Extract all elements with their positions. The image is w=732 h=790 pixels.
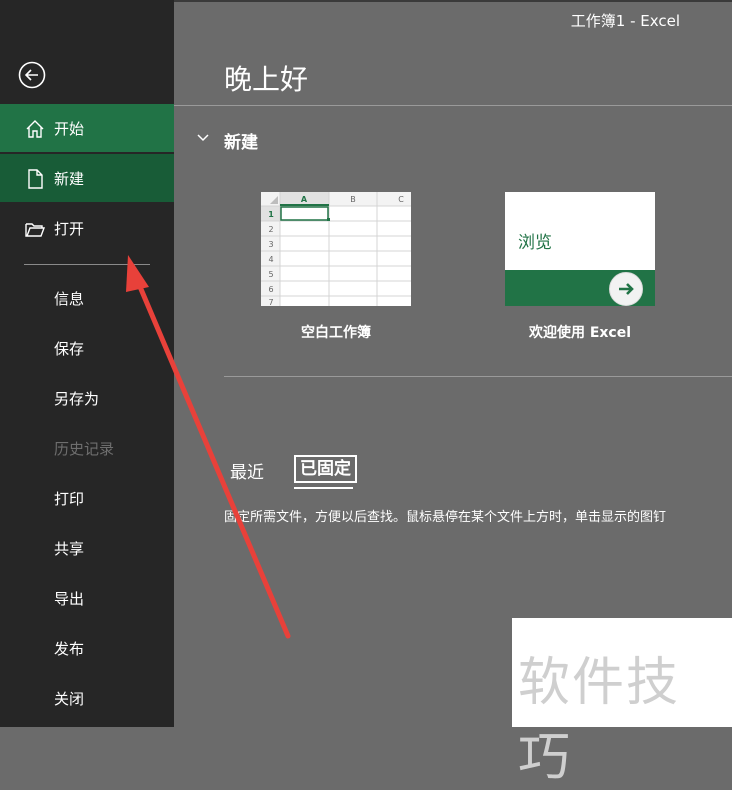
back-arrow-icon[interactable] <box>18 61 46 89</box>
backstage-sidebar: 开始 新建 打开 信息 保存 另存为 历史记录 打印 共享 导出 发布 关闭 <box>0 0 174 727</box>
sidebar-item-label: 打开 <box>54 219 85 238</box>
browse-label: 浏览 <box>518 233 552 253</box>
welcome-caption[interactable]: 欢迎使用 Excel <box>490 322 670 342</box>
column-header: B <box>350 195 356 204</box>
column-header: C <box>398 195 404 204</box>
sidebar-item-close[interactable]: 关闭 <box>0 674 174 722</box>
column-header: A <box>301 195 308 204</box>
sidebar-item-label: 关闭 <box>54 689 85 708</box>
sidebar-item-label: 另存为 <box>54 389 100 408</box>
sidebar-item-publish[interactable]: 发布 <box>0 624 174 672</box>
arrow-right-icon <box>619 283 634 295</box>
home-icon <box>26 120 44 138</box>
sidebar-item-info[interactable]: 信息 <box>0 274 174 322</box>
tab-recent[interactable]: 最近 <box>230 458 264 483</box>
sidebar-item-label: 新建 <box>54 169 85 188</box>
row-header: 6 <box>268 285 273 294</box>
row-header: 1 <box>268 210 274 219</box>
row-header: 2 <box>268 225 273 234</box>
sidebar-item-print[interactable]: 打印 <box>0 474 174 522</box>
sidebar-divider <box>24 264 150 265</box>
row-header: 5 <box>268 270 273 279</box>
sidebar-item-home[interactable]: 开始 <box>0 104 174 152</box>
chevron-down-icon[interactable] <box>196 131 210 145</box>
new-document-icon <box>28 169 43 189</box>
blank-workbook-caption[interactable]: 空白工作簿 <box>261 322 411 342</box>
sidebar-item-export[interactable]: 导出 <box>0 574 174 622</box>
sidebar-item-label: 开始 <box>54 119 85 138</box>
header-divider <box>174 105 732 106</box>
greeting-heading: 晚上好 <box>224 63 309 96</box>
blank-sheet-preview: A B C 1 2 3 4 5 6 7 <box>261 192 411 306</box>
sidebar-item-label: 历史记录 <box>54 439 115 458</box>
tab-active-indicator <box>294 487 353 489</box>
sidebar-item-label: 共享 <box>54 539 85 558</box>
welcome-template[interactable]: 浏览 <box>505 192 655 306</box>
sidebar-item-label: 信息 <box>54 289 85 308</box>
sidebar-item-new[interactable]: 新建 <box>0 154 174 202</box>
section-divider <box>224 376 732 377</box>
sidebar-item-label: 保存 <box>54 339 85 358</box>
sidebar-item-label: 打印 <box>54 489 85 508</box>
window-title: 工作簿1 - Excel <box>570 12 680 30</box>
pinned-description: 固定所需文件，方便以后查找。鼠标悬停在某个文件上方时，单击显示的图钉 <box>224 510 667 525</box>
sidebar-item-label: 导出 <box>54 589 85 608</box>
sidebar-item-open[interactable]: 打开 <box>0 204 174 252</box>
blank-workbook-template[interactable]: A B C 1 2 3 4 5 6 7 <box>261 192 411 306</box>
sidebar-item-label: 发布 <box>54 639 85 658</box>
arrow-right-circle <box>609 272 643 306</box>
sidebar-item-history: 历史记录 <box>0 424 174 472</box>
row-header: 7 <box>268 298 273 306</box>
sidebar-item-save[interactable]: 保存 <box>0 324 174 372</box>
row-header: 3 <box>268 240 273 249</box>
sidebar-item-share[interactable]: 共享 <box>0 524 174 572</box>
tab-pinned[interactable]: 已固定 <box>294 455 357 483</box>
row-header: 4 <box>268 255 273 264</box>
open-folder-icon <box>25 223 46 237</box>
new-section-title: 新建 <box>224 133 258 153</box>
watermark-text: 软件技巧 <box>518 653 681 788</box>
watermark: 软件技巧 <box>512 618 732 788</box>
sidebar-item-save-as[interactable]: 另存为 <box>0 374 174 422</box>
